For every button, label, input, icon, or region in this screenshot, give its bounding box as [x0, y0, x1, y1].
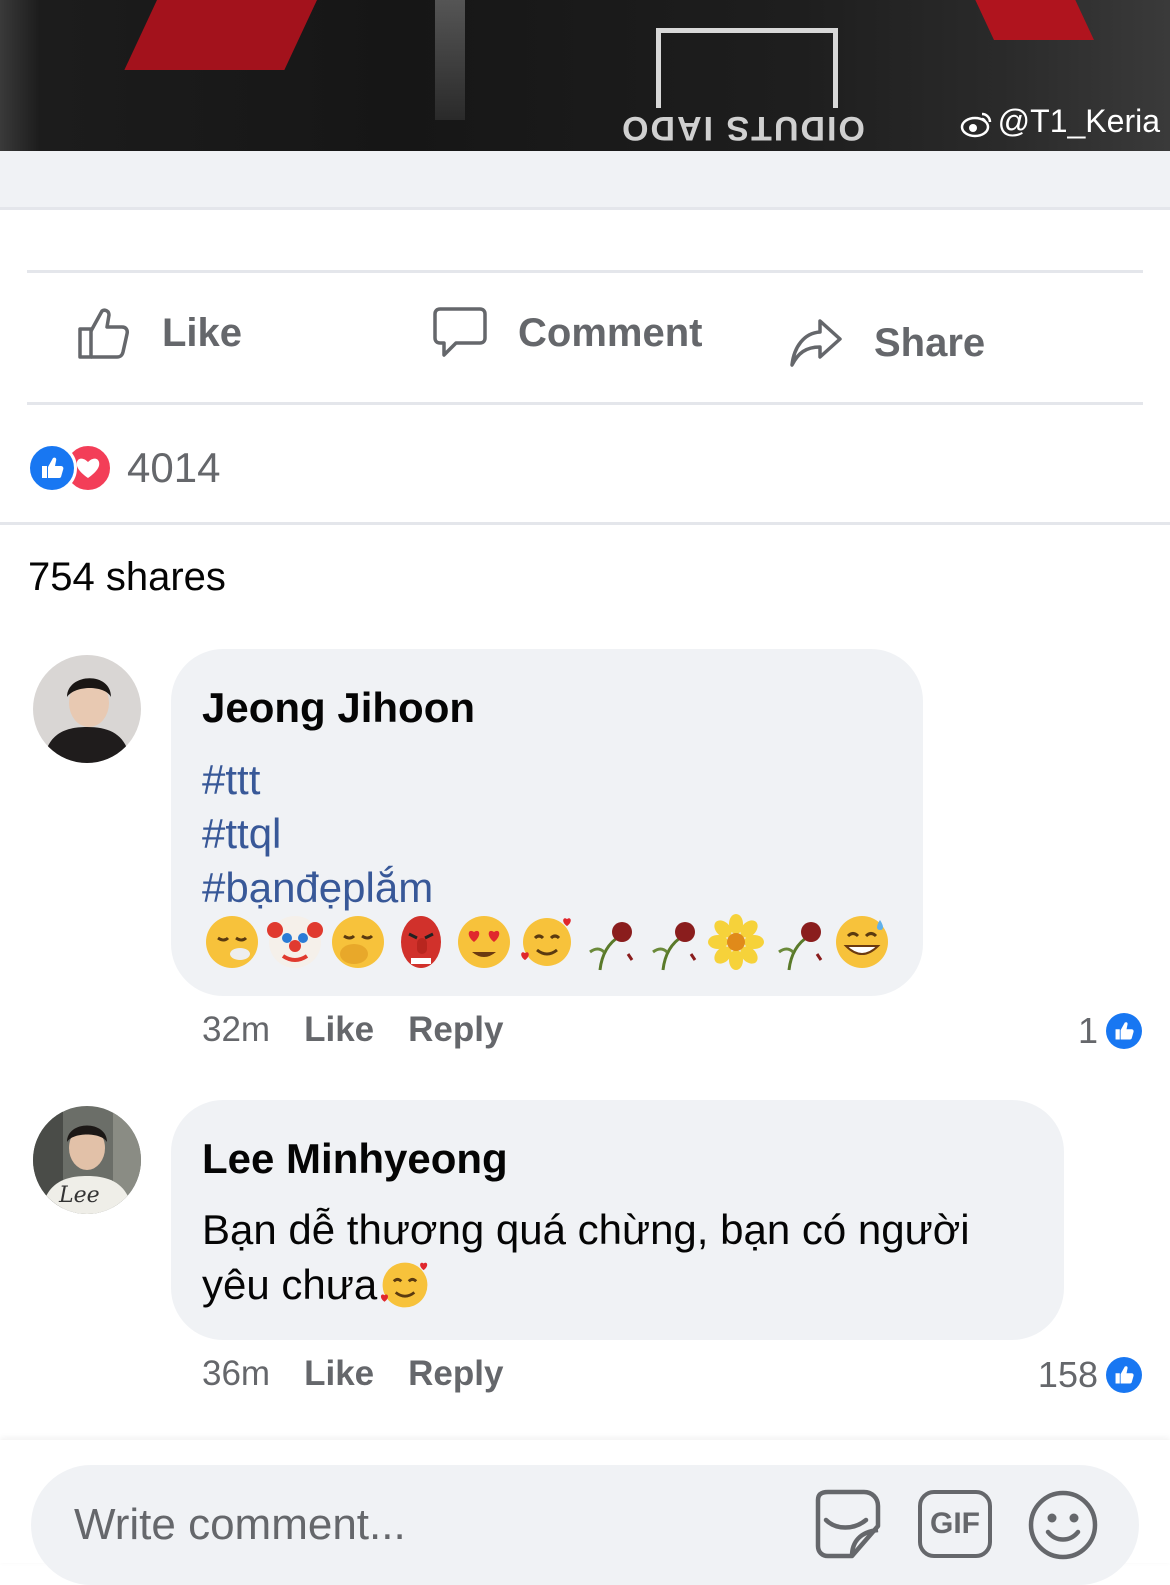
- yawning-face-icon: [332, 916, 384, 968]
- comment-meta: 36m Like Reply: [202, 1354, 503, 1394]
- share-button[interactable]: Share: [788, 315, 985, 371]
- emoji-icon[interactable]: [1026, 1488, 1100, 1562]
- comment-meta: 32m Like Reply: [202, 1010, 503, 1050]
- comment-time[interactable]: 32m: [202, 1010, 270, 1050]
- reaction-summary[interactable]: 4014: [27, 443, 220, 493]
- svg-text:Lee: Lee: [58, 1183, 100, 1208]
- hashtag-link[interactable]: #bạnđẹplắm: [202, 861, 433, 915]
- wilted-flower-icon: [778, 922, 823, 971]
- like-button[interactable]: Like: [76, 305, 242, 361]
- share-arrow-icon: [790, 319, 842, 367]
- comment-hashtags: #ttt #ttql #bạnđẹplắm: [202, 753, 433, 915]
- comment-time[interactable]: 36m: [202, 1354, 270, 1394]
- comment-button[interactable]: Comment: [432, 305, 702, 361]
- avatar-lee-minhyeong: Lee: [33, 1106, 141, 1214]
- divider: [27, 270, 1143, 273]
- like-reaction-icon: [1106, 1357, 1142, 1393]
- comment-like-link[interactable]: Like: [304, 1354, 374, 1394]
- blossom-icon: [708, 914, 764, 970]
- comment-emoji-row: [202, 912, 895, 972]
- comment-button-label: Comment: [518, 310, 703, 355]
- grinning-sweat-face-icon: [836, 916, 888, 968]
- clown-face-icon: [267, 916, 323, 968]
- comment-like-number: 1: [1077, 1010, 1098, 1051]
- divider: [27, 402, 1143, 405]
- comment-like-number: 158: [1037, 1354, 1098, 1395]
- comment-text-line: yêu chưa: [202, 1261, 378, 1308]
- gif-label: GIF: [930, 1507, 980, 1540]
- comment-bubble-icon: [433, 307, 487, 357]
- sticker-icon[interactable]: [808, 1486, 884, 1562]
- smiling-face-with-hearts-icon: [521, 918, 571, 966]
- photo-zipper: [435, 0, 465, 120]
- comment-like-link[interactable]: Like: [304, 1010, 374, 1050]
- exhausted-face-icon: [206, 916, 258, 968]
- weibo-icon: [960, 112, 991, 137]
- avatar-jeong-jihoon: [33, 655, 141, 763]
- post-photo[interactable]: OIDUTS IADO @T1_Keria: [0, 0, 1170, 151]
- comment-author[interactable]: Jeong Jihoon: [202, 684, 475, 732]
- wilted-flower-icon: [652, 922, 697, 971]
- divider: [0, 522, 1170, 525]
- goblin-mask-icon: [401, 916, 441, 968]
- photo-red-stripe-right: [966, 0, 1094, 40]
- avatar[interactable]: [33, 655, 141, 763]
- wilted-flower-icon: [589, 922, 634, 971]
- photo-patch-text: OIDUTS IADO: [620, 109, 865, 147]
- heart-eyes-face-icon: [458, 916, 510, 968]
- comment-text-line-wrap: yêu chưa: [202, 1257, 1042, 1313]
- watermark-text: @T1_Keria: [997, 103, 1160, 139]
- like-button-label: Like: [162, 310, 243, 355]
- comment-like-count[interactable]: 158: [1038, 1354, 1142, 1396]
- hashtag-link[interactable]: #ttql: [202, 807, 433, 861]
- thumbs-up-icon: [78, 308, 129, 359]
- comment-text: Bạn dễ thương quá chừng, bạn có người yê…: [202, 1203, 1042, 1313]
- photo-watermark: @T1_Keria: [960, 103, 1160, 140]
- comment-reply-link[interactable]: Reply: [408, 1010, 503, 1050]
- reaction-count: 4014: [127, 444, 221, 491]
- comment-like-count[interactable]: 1: [1078, 1010, 1142, 1052]
- comment-author[interactable]: Lee Minhyeong: [202, 1135, 508, 1183]
- divider: [0, 207, 1170, 210]
- comment-input-placeholder[interactable]: Write comment...: [74, 1500, 406, 1550]
- comment-text-line: Bạn dễ thương quá chừng, bạn có người: [202, 1206, 970, 1253]
- share-count[interactable]: 754 shares: [28, 555, 226, 600]
- like-reaction-icon: [27, 443, 77, 493]
- comment-reply-link[interactable]: Reply: [408, 1354, 503, 1394]
- photo-patch: [656, 28, 838, 108]
- smiling-face-with-hearts-icon: [381, 1262, 428, 1308]
- like-reaction-icon: [1106, 1013, 1142, 1049]
- share-button-label: Share: [874, 320, 986, 365]
- gif-button[interactable]: GIF: [918, 1490, 992, 1558]
- photo-red-stripe-left: [124, 0, 336, 70]
- avatar[interactable]: Lee: [33, 1106, 141, 1214]
- hashtag-link[interactable]: #ttt: [202, 753, 433, 807]
- post-separator-band: [0, 151, 1170, 207]
